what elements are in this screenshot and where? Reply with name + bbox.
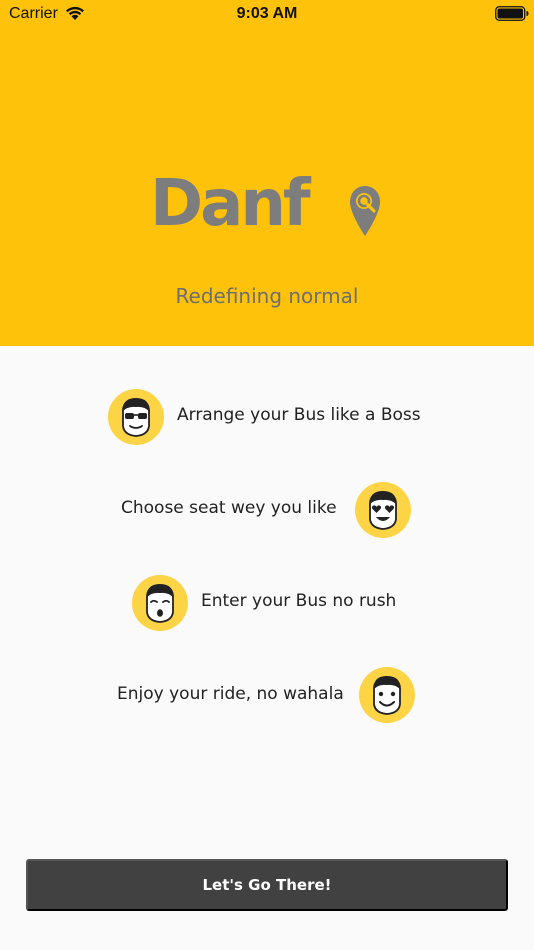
header-banner: Carrier 9:03 AM Danf Redefining normal — [0, 0, 534, 346]
heart-eyes-face-icon — [355, 482, 411, 538]
battery-icon — [495, 6, 529, 21]
feature-text-enjoy-ride: Enjoy your ride, no wahala — [117, 684, 344, 704]
status-bar: Carrier 9:03 AM — [0, 0, 534, 28]
feature-text-enter-bus: Enter your Bus no rush — [201, 591, 397, 611]
surprised-face-icon — [132, 575, 188, 631]
feature-text-choose-seat: Choose seat wey you like — [121, 498, 337, 518]
smiling-face-icon — [359, 667, 415, 723]
location-search-pin-icon — [350, 186, 380, 236]
lets-go-there-button[interactable]: Let's Go There! — [26, 859, 508, 911]
tagline: Redefining normal — [175, 284, 359, 308]
logo-wordmark: Danf — [150, 167, 311, 241]
sunglasses-face-icon — [108, 389, 164, 445]
feature-text-arrange: Arrange your Bus like a Boss — [177, 405, 421, 425]
clock: 9:03 AM — [236, 5, 298, 22]
danfo-logo: Danf — [150, 168, 386, 244]
